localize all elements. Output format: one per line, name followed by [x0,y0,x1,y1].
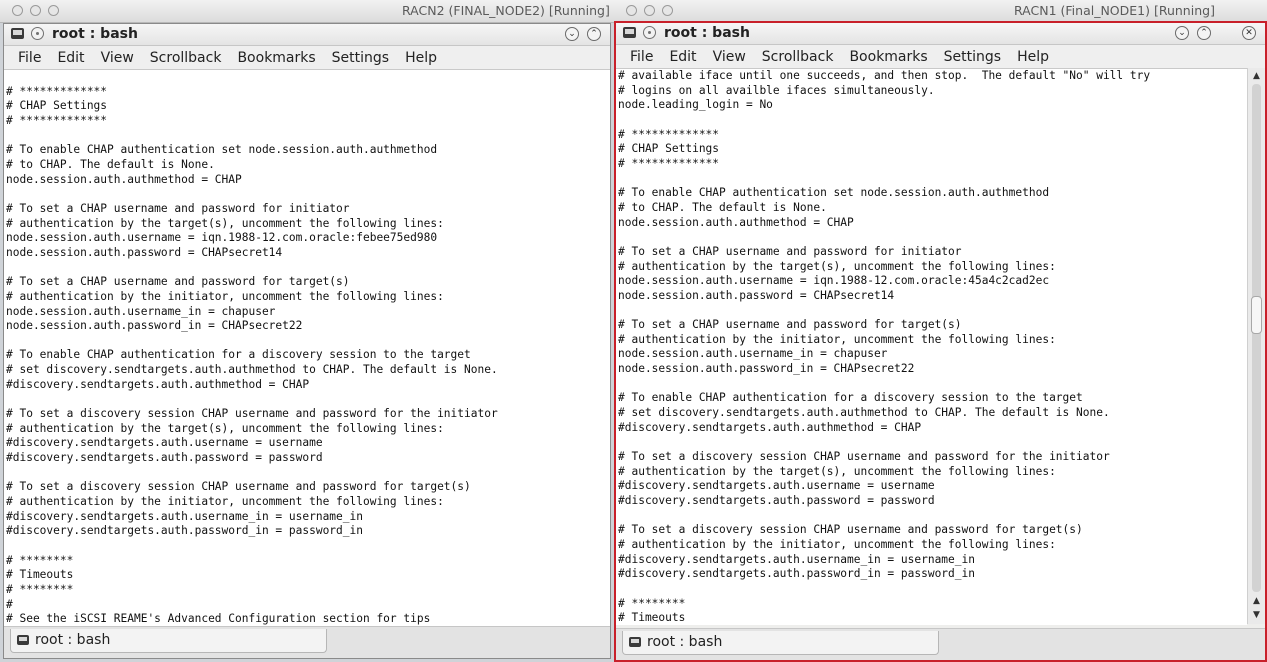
menu-bookmarks[interactable]: Bookmarks [229,50,323,66]
menu-scrollback[interactable]: Scrollback [754,49,842,65]
terminal-icon [623,27,636,38]
vm-window-controls-right [626,5,673,16]
tab-label: root : bash [35,632,111,648]
terminal-scrollbar-right[interactable]: ▲ ▲ ▼ [1247,68,1265,624]
vm-minimize-icon[interactable] [644,5,655,16]
menu-help[interactable]: Help [397,50,445,66]
vm-window-controls-left [12,5,59,16]
chevron-up-icon[interactable]: ⌃ [1197,26,1211,40]
konsole-titlebar-right[interactable]: root : bash ⌄ ⌃ ✕ [616,23,1265,45]
close-icon[interactable]: ✕ [1242,26,1256,40]
vm-window-left: RACN2 (FINAL_NODE2) [Running] root : bas… [0,0,614,662]
terminal-icon [11,28,24,39]
menu-file[interactable]: File [10,50,49,66]
chevron-up-icon[interactable]: ⌃ [587,27,601,41]
konsole-menubar-left: File Edit View Scrollback Bookmarks Sett… [4,46,610,70]
konsole-tabbar-left: root : bash [4,626,610,658]
terminal-icon [17,635,29,645]
vm-minimize-icon[interactable] [30,5,41,16]
vm-close-icon[interactable] [12,5,23,16]
menu-file[interactable]: File [622,49,661,65]
scroll-up-icon[interactable]: ▲ [1250,70,1263,82]
scroll-down-icon[interactable]: ▼ [1250,609,1263,621]
menu-help[interactable]: Help [1009,49,1057,65]
menu-bookmarks[interactable]: Bookmarks [841,49,935,65]
konsole-titlebar-left[interactable]: root : bash ⌄ ⌃ [4,24,610,46]
vm-title-left: RACN2 (FINAL_NODE2) [Running] [402,3,610,18]
vm-zoom-icon[interactable] [48,5,59,16]
pin-icon[interactable] [643,26,656,39]
vm-title-right: RACN1 (Final_NODE1) [Running] [1014,3,1215,18]
konsole-title-right: root : bash [664,25,750,41]
chevron-down-icon[interactable]: ⌄ [565,27,579,41]
tab-root-bash-left[interactable]: root : bash [10,629,327,653]
vm-titlebar-left[interactable]: RACN2 (FINAL_NODE2) [Running] [0,0,614,23]
terminal-icon [629,637,641,647]
menu-settings[interactable]: Settings [324,50,397,66]
konsole-window-right: root : bash ⌄ ⌃ ✕ File Edit View Scrollb… [614,21,1267,662]
scroll-track[interactable] [1252,84,1261,592]
konsole-title-left: root : bash [52,26,138,42]
scroll-thumb[interactable] [1251,295,1262,334]
scroll-up-icon[interactable]: ▲ [1250,595,1263,607]
menu-settings[interactable]: Settings [936,49,1009,65]
tab-label: root : bash [647,634,723,650]
konsole-menubar-right: File Edit View Scrollback Bookmarks Sett… [616,45,1265,69]
terminal-output-left[interactable]: # ************* # CHAP Settings # ******… [4,69,610,628]
konsole-tabbar-right: root : bash [616,628,1265,660]
tab-root-bash-right[interactable]: root : bash [622,631,939,655]
konsole-window-left: root : bash ⌄ ⌃ File Edit View Scrollbac… [3,23,611,659]
menu-view[interactable]: View [705,49,754,65]
menu-edit[interactable]: Edit [661,49,704,65]
vm-titlebar-right[interactable]: RACN1 (Final_NODE1) [Running] [614,0,1267,23]
terminal-output-right[interactable]: # available iface until one succeeds, an… [616,68,1247,625]
vm-close-icon[interactable] [626,5,637,16]
pin-icon[interactable] [31,27,44,40]
chevron-down-icon[interactable]: ⌄ [1175,26,1189,40]
vm-window-right: RACN1 (Final_NODE1) [Running] root : bas… [614,0,1267,662]
vm-zoom-icon[interactable] [662,5,673,16]
menu-edit[interactable]: Edit [49,50,92,66]
terminal-text-right: # available iface until one succeeds, an… [618,69,1151,625]
terminal-text-left: # ************* # CHAP Settings # ******… [6,84,498,626]
menu-scrollback[interactable]: Scrollback [142,50,230,66]
menu-view[interactable]: View [93,50,142,66]
